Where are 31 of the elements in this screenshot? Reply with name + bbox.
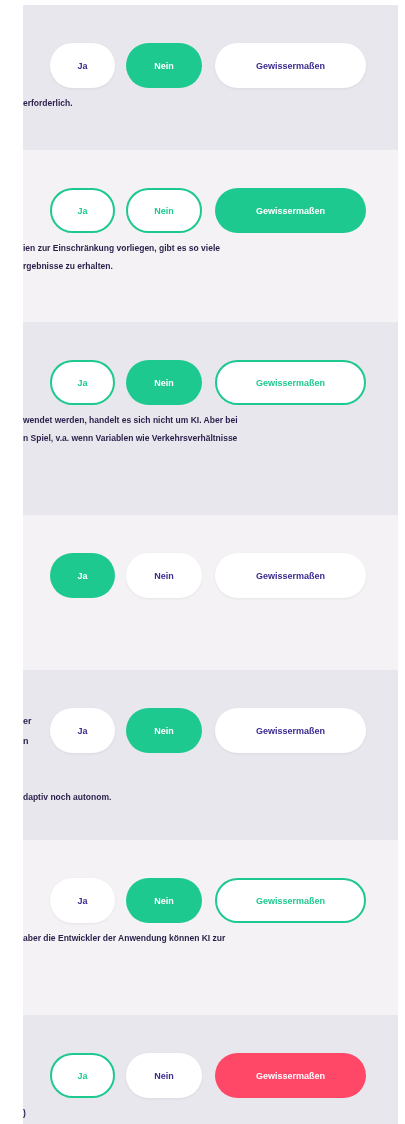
answer-button[interactable]: Gewissermaßen (215, 188, 366, 233)
answer-button[interactable]: Gewissermaßen (215, 43, 366, 88)
explanation-text: wendet werden, handelt es sich nicht um KI. Aber bei (23, 414, 239, 427)
answer-button[interactable]: Nein (126, 360, 202, 405)
explanation-text: n Spiel, v.a. wenn Variablen wie Verkehrsverhältnisse (23, 432, 239, 445)
question-text: er (23, 715, 33, 726)
answer-button[interactable]: Ja (50, 360, 115, 405)
answer-button[interactable]: Gewissermaßen (215, 708, 366, 753)
answer-button[interactable]: Nein (126, 708, 202, 753)
answer-button[interactable]: Ja (50, 553, 115, 598)
explanation-text: ien zur Einschränkung vorliegen, gibt es so viele (23, 242, 221, 255)
question-text: n (23, 735, 30, 746)
answer-button[interactable]: Gewissermaßen (215, 878, 366, 923)
explanation-text: erforderlich. (23, 97, 74, 110)
answer-button[interactable]: Nein (126, 43, 202, 88)
answer-button[interactable]: Ja (50, 878, 115, 923)
answer-button[interactable]: Ja (50, 188, 115, 233)
answer-button[interactable]: Nein (126, 553, 202, 598)
answer-button[interactable]: Ja (50, 1053, 115, 1098)
answer-button[interactable]: Gewissermaßen (215, 360, 366, 405)
explanation-text: aber die Entwickler der Anwendung können KI zur (23, 932, 227, 945)
answer-button[interactable]: Nein (126, 1053, 202, 1098)
answer-button[interactable]: Gewissermaßen (215, 553, 366, 598)
explanation-text: daptiv noch autonom. (23, 791, 113, 804)
answer-button[interactable]: Ja (50, 708, 115, 753)
answer-button[interactable]: Nein (126, 878, 202, 923)
explanation-text: rgebnisse zu erhalten. (23, 260, 114, 273)
explanation-text: ) (23, 1107, 27, 1120)
answer-button[interactable]: Gewissermaßen (215, 1053, 366, 1098)
answer-button[interactable]: Nein (126, 188, 202, 233)
answer-button[interactable]: Ja (50, 43, 115, 88)
